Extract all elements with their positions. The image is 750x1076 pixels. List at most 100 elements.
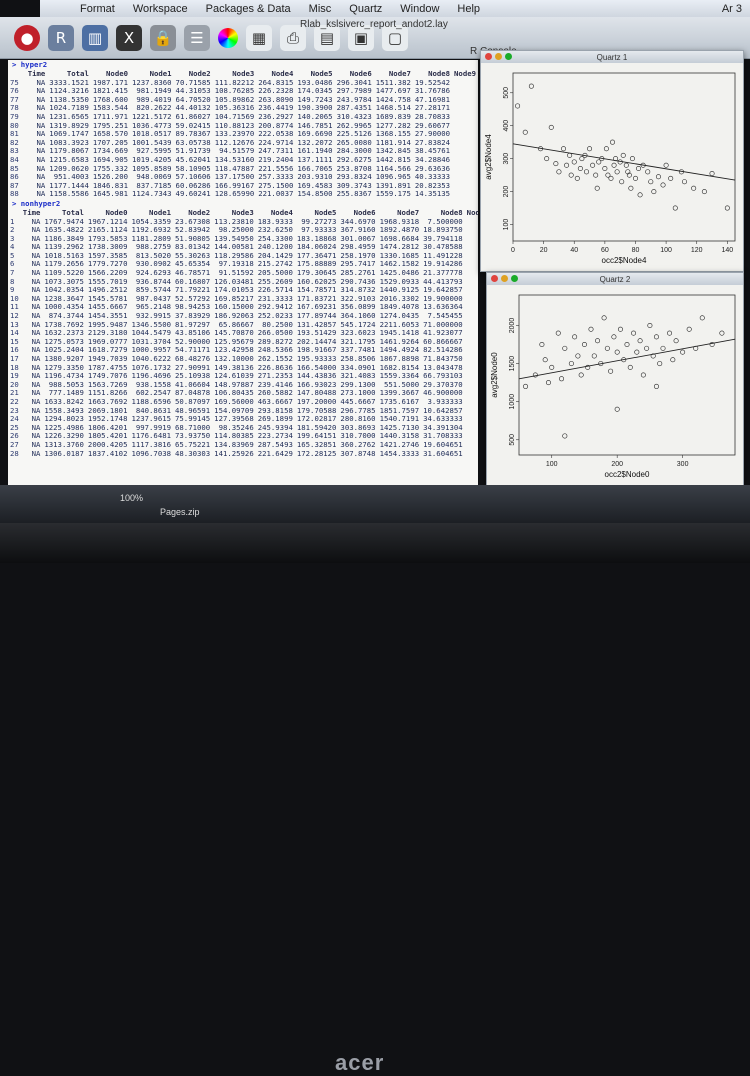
chart-icon[interactable]: ▥ xyxy=(82,24,108,51)
data-point xyxy=(545,380,551,386)
close-icon[interactable] xyxy=(491,275,498,282)
table-cell: 154.8500 xyxy=(297,189,333,199)
quartz-1-window[interactable]: Quartz 1 0 20 40 60 80 100 120 140 100 200 300 400 5… xyxy=(480,50,744,272)
table-cell: 221.6429 xyxy=(257,448,293,458)
data-point xyxy=(595,338,601,344)
data-point xyxy=(681,179,687,185)
x-tick-label: 120 xyxy=(691,247,703,254)
minimize-icon[interactable] xyxy=(501,275,508,282)
row-number: 88 xyxy=(10,189,19,199)
data-point xyxy=(648,179,654,185)
x-tick-label: 80 xyxy=(632,247,640,254)
data-point xyxy=(544,156,550,162)
data-point xyxy=(561,146,567,152)
y-tick-label: 1000 xyxy=(509,394,516,410)
data-point xyxy=(623,162,629,168)
dock-item-pages-zip[interactable]: Pages.zip xyxy=(160,507,200,517)
data-point xyxy=(567,152,573,158)
x-tick-label: 60 xyxy=(601,247,609,254)
grid-icon[interactable]: ▦ xyxy=(246,24,272,51)
data-point xyxy=(577,166,583,172)
trend-line xyxy=(512,143,736,181)
stop-icon[interactable]: ● xyxy=(14,24,40,51)
data-point xyxy=(637,192,643,198)
window-controls xyxy=(485,53,512,60)
dock-item-zoom[interactable]: 100% xyxy=(120,493,143,503)
data-point xyxy=(637,338,643,344)
table-cell: 221.0037 xyxy=(258,189,294,199)
zoom-icon[interactable] xyxy=(505,53,512,60)
data-point xyxy=(634,349,640,355)
data-point xyxy=(660,182,666,188)
data-point xyxy=(542,357,548,363)
dock: 100% Pages.zip xyxy=(0,485,750,523)
color-wheel-icon[interactable] xyxy=(218,27,238,48)
x-axis-label: occ2$Node0 xyxy=(605,470,650,479)
console-table-1: Time Total Node0 Node1 Node2 Node3 Node4 Node5 N… xyxy=(8,69,478,199)
data-point xyxy=(653,334,659,340)
menu-help[interactable]: Help xyxy=(457,3,480,15)
options-icon[interactable]: ☰ xyxy=(184,24,210,51)
menu-quartz[interactable]: Quartz xyxy=(349,3,382,15)
data-point xyxy=(647,322,653,328)
y-axis-label: avg2$Node0 xyxy=(490,352,499,398)
menu-misc[interactable]: Misc xyxy=(309,3,332,15)
x11-icon[interactable]: X xyxy=(116,24,142,51)
data-point xyxy=(620,152,626,158)
data-point xyxy=(528,83,534,89)
data-point xyxy=(608,368,614,374)
x-tick-label: 20 xyxy=(540,247,548,254)
table-cell: 31.604651 xyxy=(423,448,463,458)
quartz-2-titlebar[interactable]: Quartz 2 xyxy=(487,273,743,285)
data-point xyxy=(660,345,666,351)
data-point xyxy=(581,342,587,348)
x-tick-label: 100 xyxy=(660,247,672,254)
table-cell: NA xyxy=(36,189,46,199)
x-tick-label: 300 xyxy=(677,461,689,468)
data-point xyxy=(603,146,609,152)
table-cell: 1306.0187 xyxy=(44,448,84,458)
data-point xyxy=(601,315,607,321)
close-icon[interactable] xyxy=(485,53,492,60)
data-point xyxy=(628,185,634,191)
x-tick-label: 0 xyxy=(511,247,515,254)
data-point xyxy=(562,433,568,439)
quartz-1-titlebar[interactable]: Quartz 1 xyxy=(481,51,743,63)
r-console[interactable]: > hyper2 Time Total Node0 Node1 Node2 Node3 No… xyxy=(8,60,478,485)
data-point xyxy=(701,189,707,195)
table-cell: 1454.3333 xyxy=(379,448,420,458)
table-cell: 1837.4102 xyxy=(87,448,128,458)
quartz-2-title: Quartz 2 xyxy=(599,274,631,284)
data-point xyxy=(636,166,642,172)
quartz-2-window[interactable]: Quartz 2 100 200 300 500 1000 1500 2000 occ2$No… xyxy=(486,272,744,486)
window-controls xyxy=(491,275,518,282)
data-point xyxy=(686,326,692,332)
y-tick-label: 100 xyxy=(503,219,510,231)
data-point xyxy=(602,166,608,172)
data-point xyxy=(583,169,589,175)
r-logo-icon[interactable]: R xyxy=(48,24,74,51)
menu-window[interactable]: Window xyxy=(400,3,439,15)
scatter-plot-node4: 0 20 40 60 80 100 120 140 100 200 300 400 500 occ2$No… xyxy=(484,72,736,265)
data-point xyxy=(574,175,580,181)
data-point xyxy=(522,129,528,135)
x-tick-label: 140 xyxy=(722,247,734,254)
data-point xyxy=(548,124,554,130)
lock-icon[interactable]: 🔒 xyxy=(150,24,176,51)
menu-packages-data[interactable]: Packages & Data xyxy=(206,3,291,15)
data-point xyxy=(564,162,570,168)
table-cell: 48.30303 xyxy=(175,448,211,458)
data-point xyxy=(709,170,715,176)
table-cell: 1645.981 xyxy=(92,189,128,199)
data-point xyxy=(549,364,555,370)
menu-workspace[interactable]: Workspace xyxy=(133,3,188,15)
minimize-icon[interactable] xyxy=(495,53,502,60)
menu-format[interactable]: Format xyxy=(80,3,115,15)
data-point xyxy=(680,349,686,355)
row-number: 28 xyxy=(10,448,19,458)
data-point xyxy=(568,361,574,367)
zoom-icon[interactable] xyxy=(511,275,518,282)
data-point xyxy=(588,326,594,332)
column-header: Node9 xyxy=(454,69,476,78)
data-point xyxy=(627,364,633,370)
